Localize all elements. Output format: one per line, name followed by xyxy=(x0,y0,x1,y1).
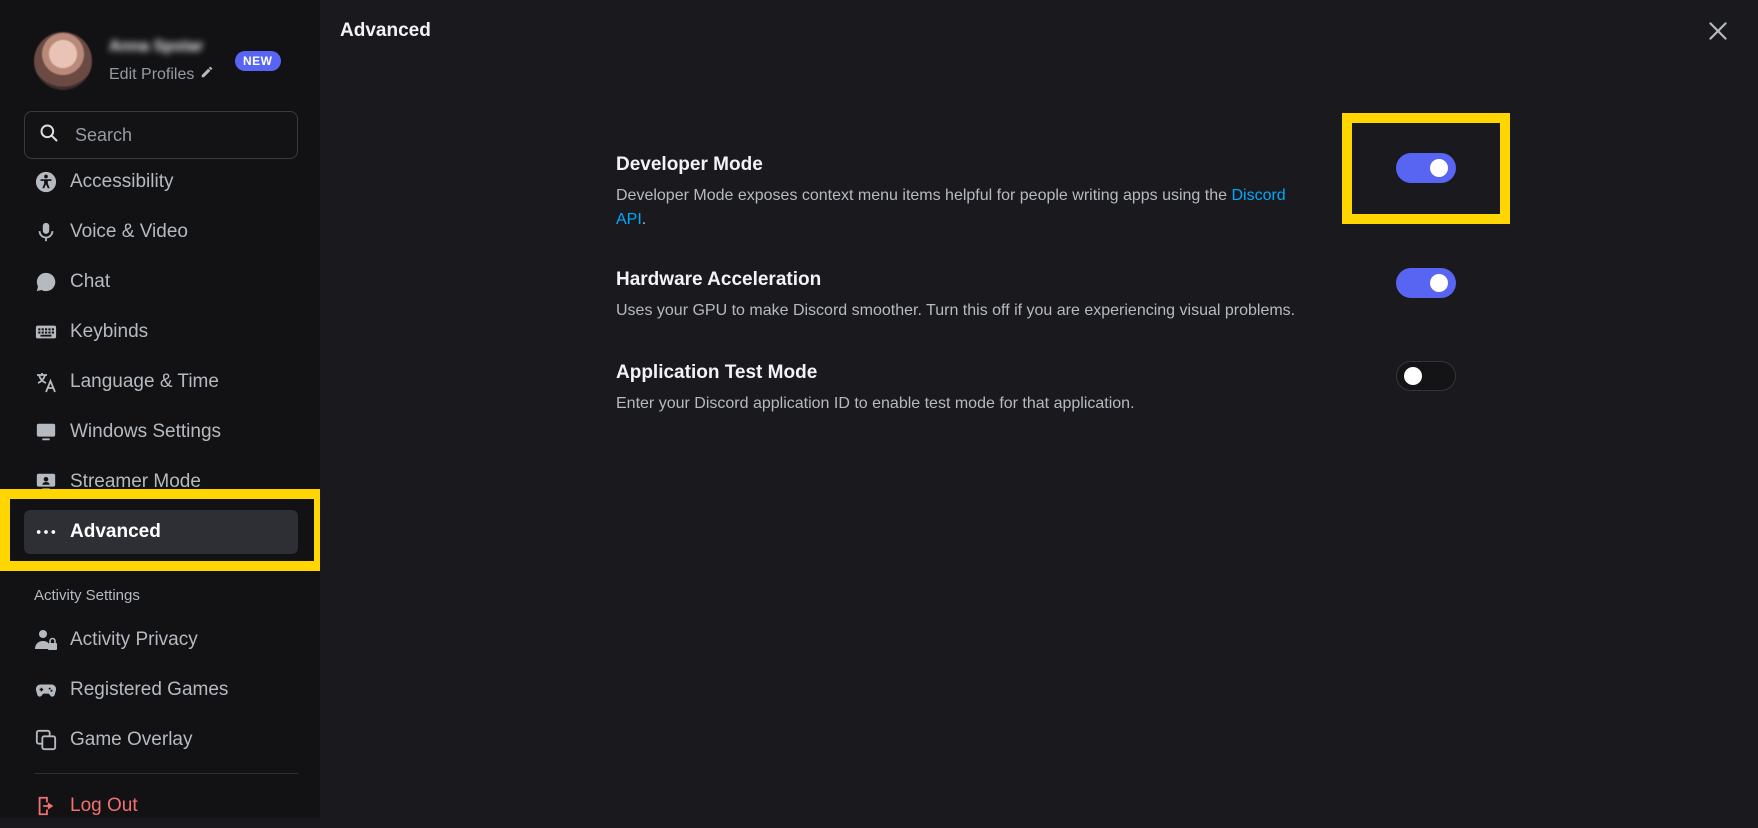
sidebar-item-label: Game Overlay xyxy=(70,729,193,750)
sidebar-divider xyxy=(34,773,298,774)
sidebar-item-label: Chat xyxy=(70,271,111,292)
new-badge: NEW xyxy=(235,51,281,71)
sidebar-item-registered-games[interactable]: Registered Games xyxy=(24,668,298,712)
toggle-knob xyxy=(1404,367,1422,385)
chat-bubble-icon xyxy=(34,270,58,294)
page-title: Advanced xyxy=(340,20,431,41)
accessibility-icon xyxy=(34,170,58,194)
edit-profiles-label: Edit Profiles xyxy=(109,65,195,83)
sidebar-item-label: Accessibility xyxy=(70,171,174,192)
application-test-mode-toggle[interactable] xyxy=(1396,361,1456,391)
logout-button[interactable]: Log Out xyxy=(24,784,298,828)
close-button[interactable] xyxy=(1705,18,1731,44)
username: Anna Spstar xyxy=(109,38,204,55)
close-icon xyxy=(1709,22,1727,40)
pencil-icon xyxy=(200,65,214,84)
gamepad-icon xyxy=(34,678,58,702)
settings-content: Advanced Developer Mode Developer Mode e… xyxy=(320,0,1758,818)
setting-title: Hardware Acceleration xyxy=(616,269,822,290)
search-box[interactable] xyxy=(24,111,298,159)
hardware-acceleration-toggle[interactable] xyxy=(1396,268,1456,298)
sidebar-item-label: Registered Games xyxy=(70,679,229,700)
sidebar-item-label: Windows Settings xyxy=(70,421,222,442)
setting-developer-mode: Developer Mode Developer Mode exposes co… xyxy=(616,154,1316,232)
settings-sidebar: Anna Spstar Edit Profiles NEW Accessibil… xyxy=(0,0,324,818)
activity-privacy-icon xyxy=(34,628,58,652)
sidebar-item-label: Activity Privacy xyxy=(70,629,198,650)
highlight-box-advanced xyxy=(0,489,324,571)
sidebar-item-label: Voice & Video xyxy=(70,221,188,242)
highlight-box-developer-toggle xyxy=(1342,113,1510,224)
setting-hardware-acceleration: Hardware Acceleration Uses your GPU to m… xyxy=(616,269,1316,323)
setting-description: Enter your Discord application ID to ena… xyxy=(616,395,1135,412)
setting-application-test-mode: Application Test Mode Enter your Discord… xyxy=(616,362,1316,416)
sidebar-item-label: Language & Time xyxy=(70,371,219,392)
setting-description: Uses your GPU to make Discord smoother. … xyxy=(616,302,1296,319)
activity-settings-heading: Activity Settings xyxy=(34,587,140,604)
sidebar-item-activity-privacy[interactable]: Activity Privacy xyxy=(24,618,298,662)
logout-label: Log Out xyxy=(70,795,138,816)
sidebar-item-chat[interactable]: Chat xyxy=(24,260,298,304)
translate-icon xyxy=(34,370,58,394)
avatar[interactable] xyxy=(34,32,92,90)
sidebar-item-voice-video[interactable]: Voice & Video xyxy=(24,210,298,254)
sidebar-item-keybinds[interactable]: Keybinds xyxy=(24,310,298,354)
profile-card[interactable]: Anna Spstar Edit Profiles NEW xyxy=(34,32,294,92)
sidebar-item-game-overlay[interactable]: Game Overlay xyxy=(24,718,298,762)
sidebar-item-accessibility[interactable]: Accessibility xyxy=(24,160,298,204)
description-suffix: . xyxy=(641,211,647,228)
sidebar-item-label: Keybinds xyxy=(70,321,149,342)
setting-title: Application Test Mode xyxy=(616,362,818,383)
search-input[interactable] xyxy=(73,123,277,147)
monitor-icon xyxy=(34,420,58,444)
search-icon xyxy=(39,123,59,148)
logout-icon xyxy=(34,794,58,818)
edit-profiles-link[interactable]: Edit Profiles xyxy=(109,65,214,84)
sidebar-item-windows-settings[interactable]: Windows Settings xyxy=(24,410,298,454)
keyboard-icon xyxy=(34,320,58,344)
setting-title: Developer Mode xyxy=(616,154,763,175)
overlay-icon xyxy=(34,728,58,752)
setting-description: Developer Mode exposes context menu item… xyxy=(616,184,1316,232)
toggle-knob xyxy=(1430,274,1448,292)
sidebar-item-language-time[interactable]: Language & Time xyxy=(24,360,298,404)
microphone-icon xyxy=(34,220,58,244)
description-text: Developer Mode exposes context menu item… xyxy=(616,187,1232,204)
